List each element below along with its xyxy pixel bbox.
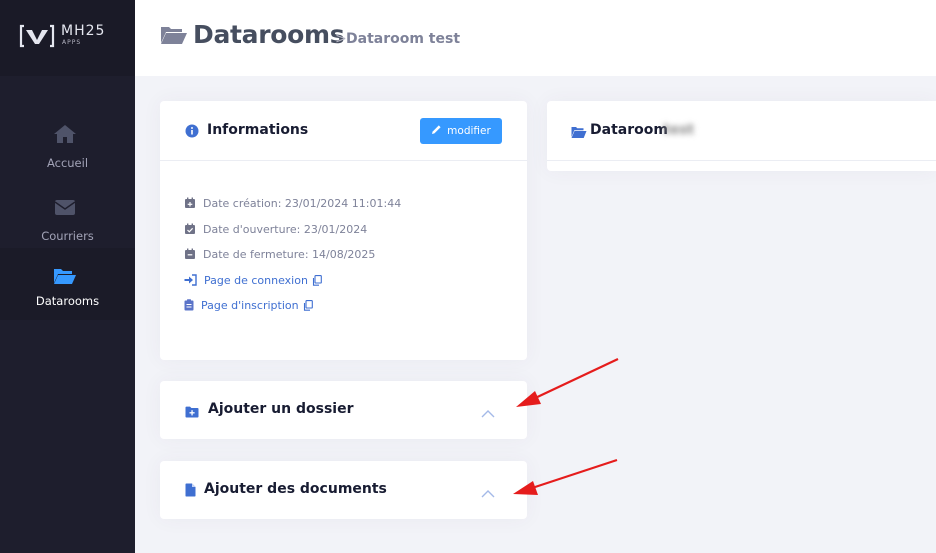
date-creation: Date création: 23/01/2024 11:01:44 (203, 196, 402, 210)
annotation-arrow-icon (516, 358, 619, 407)
login-page-link[interactable]: Page de connexion (184, 272, 322, 288)
brand-subtitle: APPS (62, 39, 82, 46)
sidebar-item-label: Accueil (46, 156, 89, 170)
folder-open-icon (571, 124, 587, 143)
sidebar-item-datarooms[interactable]: Datarooms (0, 248, 135, 320)
info-row-closing: Date de fermeture: 14/08/2025 (184, 246, 375, 262)
breadcrumb-separator: > (335, 31, 347, 47)
card-title: Ajouter des documents (204, 481, 387, 497)
clipboard-list-icon (184, 299, 194, 311)
sidebar-item-label: Courriers (41, 229, 94, 243)
copy-icon[interactable] (312, 274, 322, 286)
divider (547, 160, 936, 161)
pencil-icon (431, 124, 442, 138)
brand-name: MH25 (61, 23, 106, 39)
breadcrumb[interactable]: Dataroom test (346, 31, 460, 47)
date-ouverture: Date d'ouverture: 23/01/2024 (203, 222, 368, 236)
page-title: Datarooms (193, 20, 345, 49)
add-documents-card[interactable]: Ajouter des documents (160, 461, 527, 519)
signup-page-label: Page d'inscription (201, 298, 299, 312)
modifier-button[interactable]: modifier (420, 118, 502, 144)
date-fermeture: Date de fermeture: 14/08/2025 (203, 247, 376, 261)
card-title: Ajouter un dossier (208, 401, 354, 417)
card-title: Dataroom (590, 122, 668, 138)
calendar-plus-icon (184, 197, 196, 209)
info-row-creation: Date création: 23/01/2024 11:01:44 (184, 195, 401, 211)
calendar-x-icon (184, 248, 196, 260)
divider (160, 160, 527, 161)
sidebar-item-label: Datarooms (35, 294, 100, 308)
dataroom-card: Dataroom test (547, 101, 936, 171)
dataroom-name-blurred: test (663, 122, 695, 138)
copy-icon[interactable] (303, 299, 313, 311)
informations-card: Informations modifier Date création: 23/… (160, 101, 527, 360)
sidebar-item-accueil[interactable]: Accueil (0, 114, 135, 186)
folder-open-icon (160, 24, 188, 50)
info-icon (185, 123, 199, 142)
file-icon (185, 482, 196, 501)
chevron-up-icon[interactable] (481, 404, 495, 418)
chevron-up-icon[interactable] (481, 484, 495, 498)
brand-logo[interactable]: MH25 APPS (0, 0, 135, 76)
logo-mark-icon (19, 24, 55, 52)
annotation-arrow-icon (513, 458, 618, 495)
calendar-check-icon (184, 223, 196, 235)
folder-plus-icon (185, 403, 199, 422)
sign-in-icon (184, 274, 197, 286)
modifier-label: modifier (447, 125, 491, 137)
signup-page-link[interactable]: Page d'inscription (184, 297, 313, 313)
folder-open-icon (53, 266, 77, 286)
login-page-label: Page de connexion (204, 273, 308, 287)
envelope-icon (53, 197, 77, 217)
add-folder-card[interactable]: Ajouter un dossier (160, 381, 527, 439)
sidebar: MH25 APPS Accueil Courriers Datarooms (0, 0, 135, 553)
header: Datarooms > Dataroom test (135, 0, 936, 76)
info-row-opening: Date d'ouverture: 23/01/2024 (184, 221, 367, 237)
home-icon (53, 124, 77, 144)
card-title: Informations (207, 122, 309, 138)
